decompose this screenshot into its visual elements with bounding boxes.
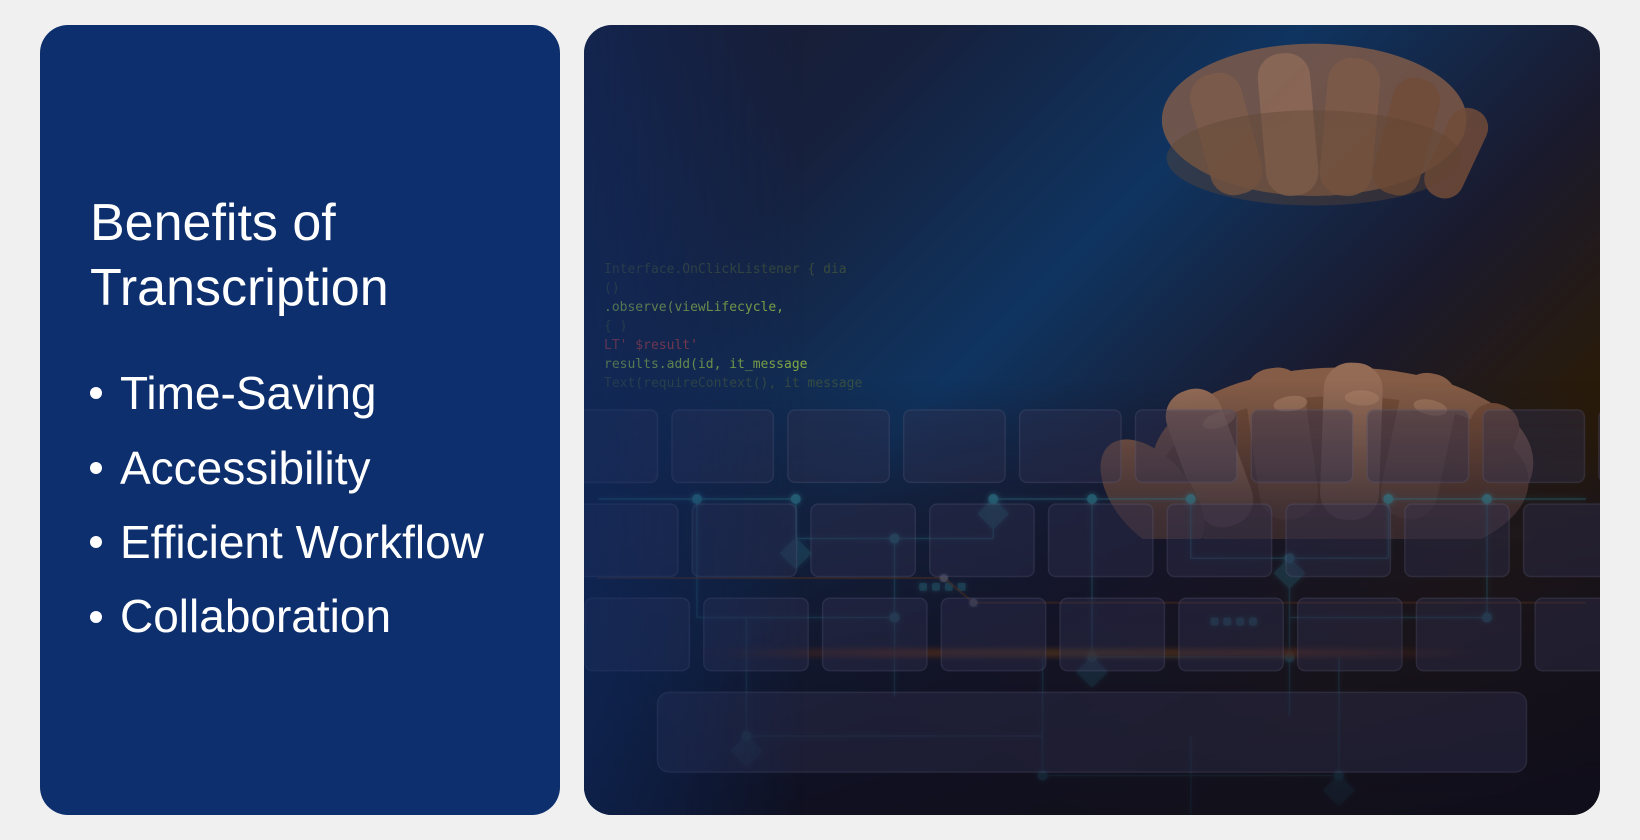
slide-container: Benefits of Transcription Time-Saving Ac… [40,25,1600,815]
bullet-label-time-saving: Time-Saving [120,361,376,425]
bullet-dot-1 [90,387,102,399]
bullet-label-accessibility: Accessibility [120,436,371,500]
title-line-2: Transcription [90,256,510,321]
title-block: Benefits of Transcription [90,191,510,321]
bullet-item-accessibility: Accessibility [90,436,510,500]
bullet-label-efficient-workflow: Efficient Workflow [120,510,484,574]
bullet-item-collaboration: Collaboration [90,584,510,648]
bullet-item-efficient-workflow: Efficient Workflow [90,510,510,574]
title-line-1: Benefits of [90,191,510,256]
bullet-dot-3 [90,536,102,548]
bullet-dot-4 [90,611,102,623]
bullet-list: Time-Saving Accessibility Efficient Work… [90,361,510,649]
left-panel: Benefits of Transcription Time-Saving Ac… [40,25,560,815]
bullet-dot-2 [90,462,102,474]
right-panel: Interface.OnClickListener { dia () .obse… [584,25,1600,815]
fade-overlay-left [584,25,804,815]
bullet-item-time-saving: Time-Saving [90,361,510,425]
bullet-label-collaboration: Collaboration [120,584,391,648]
background-image: Interface.OnClickListener { dia () .obse… [584,25,1600,815]
